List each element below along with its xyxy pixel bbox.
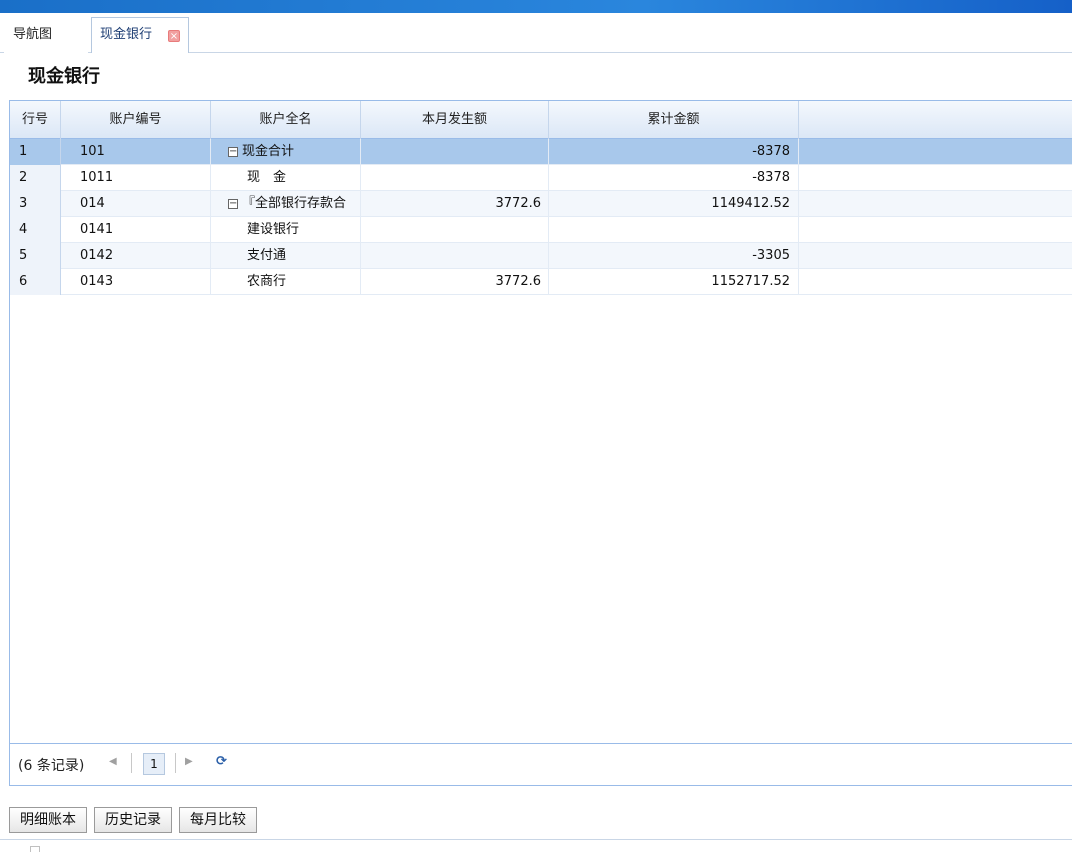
row-number: 4 xyxy=(10,217,61,243)
filler-cell xyxy=(799,165,1072,191)
account-name: 农商行 xyxy=(211,269,361,295)
column-header-total-amount[interactable]: 累计金额 xyxy=(549,101,799,139)
month-amount xyxy=(361,217,549,243)
history-button[interactable]: 历史记录 xyxy=(94,807,172,833)
table-row[interactable]: 1 101 现金合计 -8378 xyxy=(10,139,1072,165)
total-amount: -3305 xyxy=(549,243,799,269)
row-number: 3 xyxy=(10,191,61,217)
account-code: 0143 xyxy=(61,269,211,295)
month-amount: 3772.6 xyxy=(361,269,549,295)
row-number: 6 xyxy=(10,269,61,295)
row-number: 2 xyxy=(10,165,61,191)
window-title-bar xyxy=(0,0,1072,13)
account-name: 现 金 xyxy=(211,165,361,191)
month-amount xyxy=(361,139,549,165)
account-code: 0142 xyxy=(61,243,211,269)
row-number: 5 xyxy=(10,243,61,269)
filler-cell xyxy=(799,243,1072,269)
page-title: 现金银行 xyxy=(28,66,100,87)
filler-cell xyxy=(799,139,1072,165)
collapse-icon[interactable] xyxy=(228,146,238,157)
total-amount: -8378 xyxy=(549,139,799,165)
account-name-cell: 『全部银行存款合 xyxy=(211,191,361,217)
pager-separator xyxy=(131,753,132,773)
pager-separator xyxy=(175,753,176,773)
account-code: 0141 xyxy=(61,217,211,243)
table-row[interactable]: 6 0143 农商行 3772.6 1152717.52 xyxy=(10,269,1072,295)
column-header-month-amount[interactable]: 本月发生额 xyxy=(361,101,549,139)
table-row[interactable]: 5 0142 支付通 -3305 xyxy=(10,243,1072,269)
total-amount: 1152717.52 xyxy=(549,269,799,295)
total-amount: -8378 xyxy=(549,165,799,191)
total-amount xyxy=(549,217,799,243)
account-code: 014 xyxy=(61,191,211,217)
account-name: 现金合计 xyxy=(242,144,295,159)
filler-cell xyxy=(799,269,1072,295)
row-number: 1 xyxy=(10,139,61,165)
pagination-bar: (6 条记录) ◀ 1 ▶ ⟳ xyxy=(10,743,1072,785)
detail-ledger-button[interactable]: 明细账本 xyxy=(9,807,87,833)
filler-cell xyxy=(799,217,1072,243)
account-name: 『全部银行存款合 xyxy=(242,196,347,211)
refresh-icon[interactable]: ⟳ xyxy=(216,754,227,769)
checkbox-icon[interactable] xyxy=(30,846,40,852)
table-row[interactable]: 2 1011 现 金 -8378 xyxy=(10,165,1072,191)
collapse-icon[interactable] xyxy=(228,198,238,209)
table-row[interactable]: 3 014 『全部银行存款合 3772.6 1149412.52 xyxy=(10,191,1072,217)
account-code: 101 xyxy=(61,139,211,165)
bottom-divider xyxy=(0,839,1072,840)
filler-cell xyxy=(799,191,1072,217)
total-amount: 1149412.52 xyxy=(549,191,799,217)
monthly-compare-button[interactable]: 每月比较 xyxy=(179,807,257,833)
accounts-grid: 行号 账户编号 账户全名 本月发生额 累计金额 1 101 现金合计 -8378… xyxy=(9,100,1072,786)
tab-strip: 导航图 现金银行 × xyxy=(0,13,1072,53)
column-header-account-name[interactable]: 账户全名 xyxy=(211,101,361,139)
table-row[interactable]: 4 0141 建设银行 xyxy=(10,217,1072,243)
column-header-account-code[interactable]: 账户编号 xyxy=(61,101,211,139)
close-icon[interactable]: × xyxy=(168,30,180,42)
tab-cash-bank-label: 现金银行 xyxy=(100,27,153,42)
account-code: 1011 xyxy=(61,165,211,191)
column-header-row-number[interactable]: 行号 xyxy=(10,101,61,139)
current-page-button[interactable]: 1 xyxy=(143,753,165,775)
tab-navigation[interactable]: 导航图 xyxy=(4,17,88,53)
account-name-cell: 现金合计 xyxy=(211,139,361,165)
month-amount: 3772.6 xyxy=(361,191,549,217)
account-name: 建设银行 xyxy=(211,217,361,243)
record-count: (6 条记录) xyxy=(18,758,85,774)
prev-page-icon[interactable]: ◀ xyxy=(109,756,117,767)
month-amount xyxy=(361,243,549,269)
grid-header: 行号 账户编号 账户全名 本月发生额 累计金额 xyxy=(10,101,1072,139)
tab-cash-bank[interactable]: 现金银行 × xyxy=(91,17,189,53)
tab-navigation-label: 导航图 xyxy=(13,27,53,42)
account-name: 支付通 xyxy=(211,243,361,269)
month-amount xyxy=(361,165,549,191)
next-page-icon[interactable]: ▶ xyxy=(185,756,193,767)
